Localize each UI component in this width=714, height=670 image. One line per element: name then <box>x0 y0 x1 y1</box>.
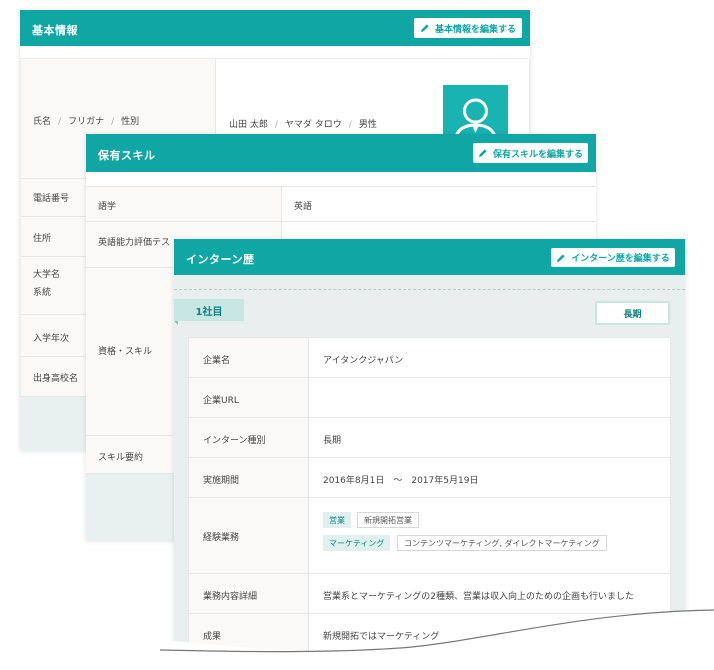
language-label: 語学 <box>98 202 117 212</box>
internship-header: インターン歴 インターン歴を編集する <box>174 239 685 275</box>
university-label: 大学名 <box>33 270 61 280</box>
certification-label: 資格・スキル <box>98 347 153 357</box>
period-value: 2016年8月1日 ～ 2017年5月19日 <box>323 476 479 486</box>
avatar <box>443 85 508 141</box>
edit-skills-button[interactable]: 保有スキルを編集する <box>473 143 588 163</box>
high-school-label: 出身高校名 <box>33 374 79 384</box>
edit-internship-label: インターン歴を編集する <box>571 254 670 264</box>
table-row: インターン種別 長期 <box>189 418 670 458</box>
period-label: 実施期間 <box>203 476 240 486</box>
pencil-icon <box>478 149 487 157</box>
experience-chip-marketing-sub: コンテンツマーケティング, ダイレクトマーケティング <box>397 535 607 551</box>
table-row: 語学 英語 <box>86 186 596 222</box>
pencil-icon <box>420 24 429 32</box>
table-row: 実施期間 2016年8月1日 ～ 2017年5月19日 <box>189 458 670 498</box>
skills-header: 保有スキル 保有スキルを編集する <box>86 134 596 172</box>
experience-chip-sales: 営業 <box>323 512 351 528</box>
internship-type-label: インターン種別 <box>203 436 266 446</box>
company-name-value: アイタンクジャパン <box>323 356 404 366</box>
internship-title: インターン歴 <box>186 253 255 266</box>
edit-internship-button[interactable]: インターン歴を編集する <box>551 248 675 267</box>
tag-fold <box>174 321 178 325</box>
company-url-label: 企業URL <box>203 396 239 406</box>
name-value: 山田 太郎 / ヤマダ タロウ / 男性 <box>229 120 377 130</box>
wave-cutoff <box>0 609 714 670</box>
experience-label: 経験業務 <box>203 533 240 543</box>
name-label: 氏名 / フリガナ / 性別 <box>33 117 140 127</box>
field-label: 系統 <box>33 288 52 298</box>
edit-skills-label: 保有スキルを編集する <box>492 149 583 160</box>
internship-type-value: 長期 <box>323 436 342 446</box>
english-test-label: 英語能力評価テス <box>98 238 171 248</box>
company-name-label: 企業名 <box>203 356 231 366</box>
experience-chip-marketing: マーケティング <box>323 535 391 551</box>
user-avatar-icon <box>453 98 498 141</box>
edit-basic-info-button[interactable]: 基本情報を編集する <box>414 18 522 38</box>
edit-basic-info-label: 基本情報を編集する <box>434 24 516 35</box>
address-label: 住所 <box>33 234 52 244</box>
period-badge: 長期 <box>595 301 670 325</box>
table-row: 企業名 アイタンクジャパン <box>189 338 670 378</box>
basic-info-header: 基本情報 基本情報を編集する <box>20 10 530 46</box>
company-index-tag: 1社目 <box>174 299 244 321</box>
dashed-divider <box>174 289 685 290</box>
skill-summary-label: スキル要約 <box>98 453 144 463</box>
basic-info-title: 基本情報 <box>32 24 78 37</box>
pencil-icon <box>557 253 565 262</box>
skills-title: 保有スキル <box>98 149 156 162</box>
table-row: 経験業務 営業 新規開拓営業 マーケティング コンテンツマーケティング, ダイレ… <box>189 498 670 574</box>
entry-year-label: 入学年次 <box>33 334 70 344</box>
table-row: 企業URL <box>189 378 670 418</box>
phone-label: 電話番号 <box>33 194 70 204</box>
experience-chip-new-sales: 新規開拓営業 <box>357 512 419 528</box>
language-value: 英語 <box>294 202 313 212</box>
